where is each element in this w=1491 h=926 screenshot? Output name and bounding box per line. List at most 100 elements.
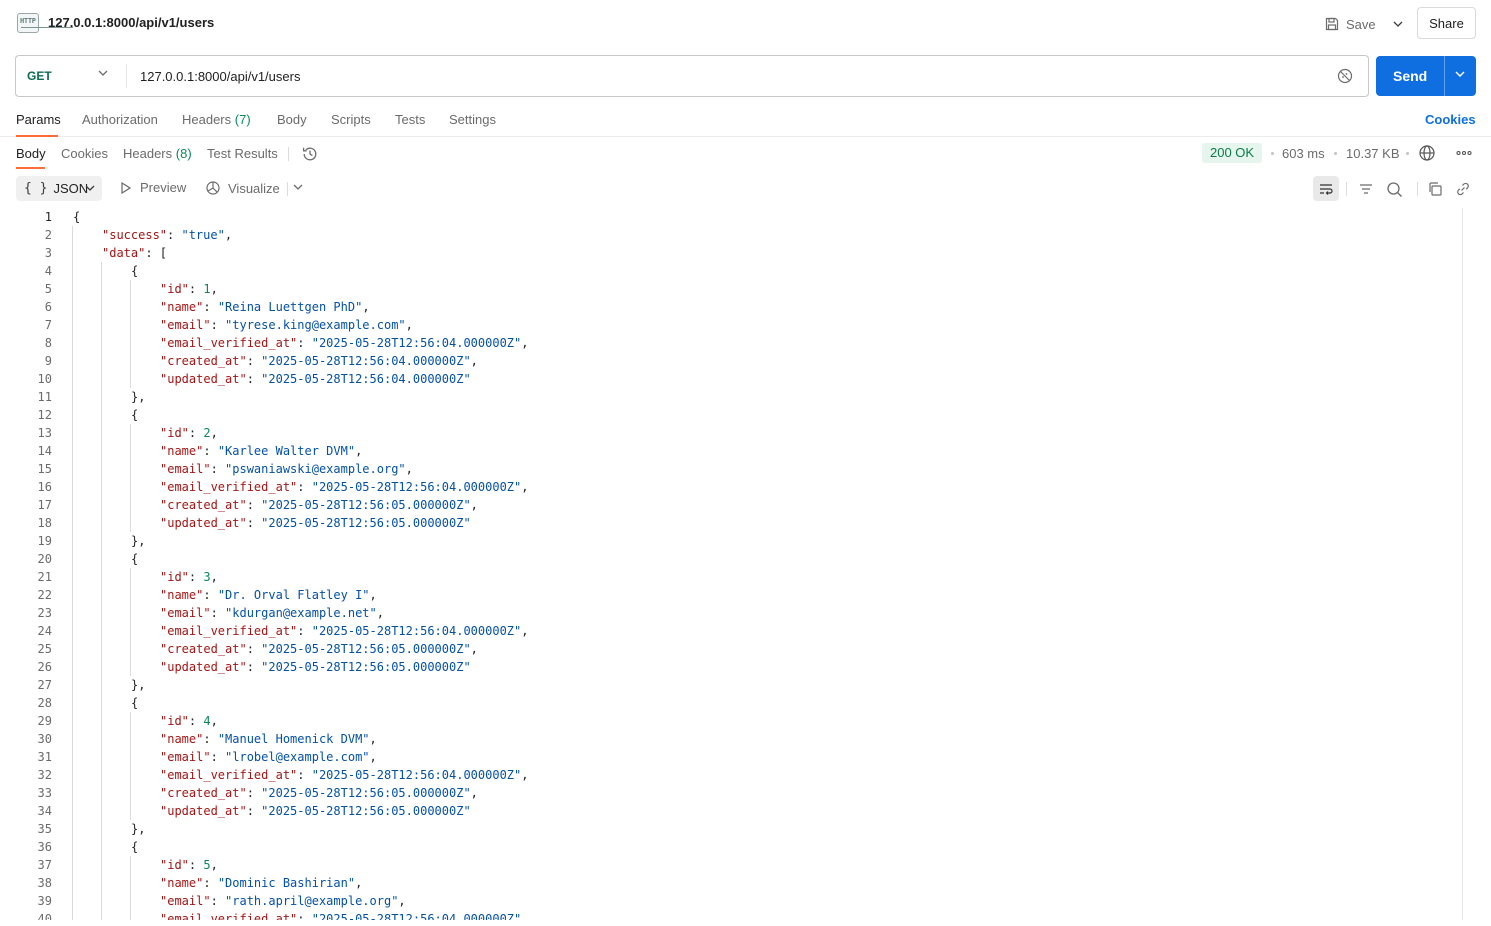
top-bar: HTTP 127.0.0.1:8000/api/v1/users Save Sh… xyxy=(0,0,1491,48)
tab-settings[interactable]: Settings xyxy=(449,112,496,127)
line-number: 21 xyxy=(37,570,52,584)
code-line: 15 "email": "pswaniawski@example.org", xyxy=(0,460,1462,478)
code-text: "id": 4, xyxy=(160,714,218,728)
line-number: 16 xyxy=(37,480,52,494)
chevron-down-icon[interactable] xyxy=(293,184,303,190)
clear-cookies-icon[interactable] xyxy=(1336,67,1354,85)
tab-headers[interactable]: Headers (7) xyxy=(182,112,251,127)
filter-icon[interactable] xyxy=(1358,181,1374,197)
code-text: "id": 5, xyxy=(160,858,218,872)
chevron-down-icon xyxy=(85,185,95,191)
url-bar: GET xyxy=(15,55,1369,97)
share-button[interactable]: Share xyxy=(1417,7,1476,39)
code-line: 40 "email_verified_at": "2025-05-28T12:56… xyxy=(0,910,1462,920)
cookies-link[interactable]: Cookies xyxy=(1425,112,1476,127)
preview-button[interactable]: Preview xyxy=(119,180,186,195)
visualize-icon xyxy=(206,181,220,195)
line-number: 5 xyxy=(44,282,52,296)
url-input[interactable] xyxy=(140,66,1320,86)
code-text: "created_at": "2025-05-28T12:56:05.00000… xyxy=(160,786,478,800)
format-select[interactable]: { } JSON xyxy=(16,176,102,201)
code-text: "created_at": "2025-05-28T12:56:05.00000… xyxy=(160,642,478,656)
code-text: "updated_at": "2025-05-28T12:56:04.00000… xyxy=(160,372,471,386)
code-line: 31 "email": "lrobel@example.com", xyxy=(0,748,1462,766)
copy-icon[interactable] xyxy=(1427,181,1443,197)
line-number: 1 xyxy=(44,210,52,224)
code-text: "email_verified_at": "2025-05-28T12:56:0… xyxy=(160,624,529,638)
code-text: "success": "true", xyxy=(102,228,233,242)
line-number: 29 xyxy=(37,714,52,728)
tab-authorization[interactable]: Authorization xyxy=(82,112,158,127)
more-options-icon[interactable] xyxy=(1455,145,1473,161)
line-number: 6 xyxy=(44,300,52,314)
code-line: 30 "name": "Manuel Homenick DVM", xyxy=(0,730,1462,748)
send-button[interactable]: Send xyxy=(1376,56,1476,96)
response-tab-headers[interactable]: Headers (8) xyxy=(123,146,192,161)
code-text: "name": "Karlee Walter DVM", xyxy=(160,444,363,458)
code-line: 34 "updated_at": "2025-05-28T12:56:05.000… xyxy=(0,802,1462,820)
line-number: 26 xyxy=(37,660,52,674)
method-select[interactable]: GET xyxy=(16,56,128,96)
line-number: 12 xyxy=(37,408,52,422)
line-number: 34 xyxy=(37,804,52,818)
code-line: 35}, xyxy=(0,820,1462,838)
tab-params[interactable]: Params xyxy=(16,112,61,127)
code-line: 16 "email_verified_at": "2025-05-28T12:56… xyxy=(0,478,1462,496)
play-icon xyxy=(121,181,132,194)
code-line: 23 "email": "kdurgan@example.net", xyxy=(0,604,1462,622)
wrap-lines-button[interactable] xyxy=(1313,176,1339,201)
code-line: 39 "email": "rath.april@example.org", xyxy=(0,892,1462,910)
code-text: "email_verified_at": "2025-05-28T12:56:0… xyxy=(160,912,529,920)
code-text: "updated_at": "2025-05-28T12:56:05.00000… xyxy=(160,516,471,530)
code-text: { xyxy=(131,264,139,278)
line-number: 37 xyxy=(37,858,52,872)
globe-icon[interactable] xyxy=(1418,144,1436,162)
response-body-viewer[interactable]: 1{2 "success": "true", 3 "data": [4{5 "id": … xyxy=(0,208,1462,920)
line-number: 38 xyxy=(37,876,52,890)
chevron-down-icon[interactable] xyxy=(1454,70,1466,78)
history-icon[interactable] xyxy=(301,145,319,163)
tab-tests[interactable]: Tests xyxy=(395,112,425,127)
code-line: 19}, xyxy=(0,532,1462,550)
code-line: 20 { xyxy=(0,550,1462,568)
save-label: Save xyxy=(1346,16,1376,32)
code-line: 7 "email": "tyrese.king@example.com", xyxy=(0,316,1462,334)
response-size[interactable]: 10.37 KB xyxy=(1346,146,1400,161)
code-line: 5 "id": 1, xyxy=(0,280,1462,298)
response-tab-body[interactable]: Body xyxy=(16,146,46,161)
code-line: 13 "id": 2, xyxy=(0,424,1462,442)
code-text: "email_verified_at": "2025-05-28T12:56:0… xyxy=(160,480,529,494)
chevron-down-icon xyxy=(98,70,108,76)
code-line: 4{ xyxy=(0,262,1462,280)
tab-body[interactable]: Body xyxy=(277,112,307,127)
code-line: 6 "name": "Reina Luettgen PhD", xyxy=(0,298,1462,316)
line-number: 27 xyxy=(37,678,52,692)
save-icon xyxy=(1325,17,1339,31)
tab-scripts[interactable]: Scripts xyxy=(331,112,371,127)
response-time[interactable]: 603 ms xyxy=(1282,146,1325,161)
line-number: 31 xyxy=(37,750,52,764)
code-line: 29 "id": 4, xyxy=(0,712,1462,730)
request-title[interactable]: 127.0.0.1:8000/api/v1/users xyxy=(48,15,214,30)
code-text: "id": 1, xyxy=(160,282,218,296)
status-badge[interactable]: 200 OK xyxy=(1202,143,1263,163)
line-number: 28 xyxy=(37,696,52,710)
code-text: { xyxy=(131,696,139,710)
scrollbar-track[interactable] xyxy=(1462,208,1463,920)
line-number: 4 xyxy=(44,264,52,278)
visualize-button[interactable]: Visualize xyxy=(205,180,280,196)
code-line: 10 "updated_at": "2025-05-28T12:56:04.000… xyxy=(0,370,1462,388)
link-icon[interactable] xyxy=(1455,181,1471,197)
save-button[interactable]: Save xyxy=(1324,12,1376,36)
code-line: 36 { xyxy=(0,838,1462,856)
save-options-button[interactable] xyxy=(1388,12,1408,36)
code-text: "name": "Reina Luettgen PhD", xyxy=(160,300,370,314)
search-icon[interactable] xyxy=(1386,181,1403,198)
code-text: "id": 2, xyxy=(160,426,218,440)
code-text: "created_at": "2025-05-28T12:56:05.00000… xyxy=(160,498,478,512)
response-tab-test-results[interactable]: Test Results xyxy=(207,146,278,161)
line-number: 24 xyxy=(37,624,52,638)
response-tab-cookies[interactable]: Cookies xyxy=(61,146,108,161)
line-number: 36 xyxy=(37,840,52,854)
json-braces-icon: { } xyxy=(24,181,48,196)
